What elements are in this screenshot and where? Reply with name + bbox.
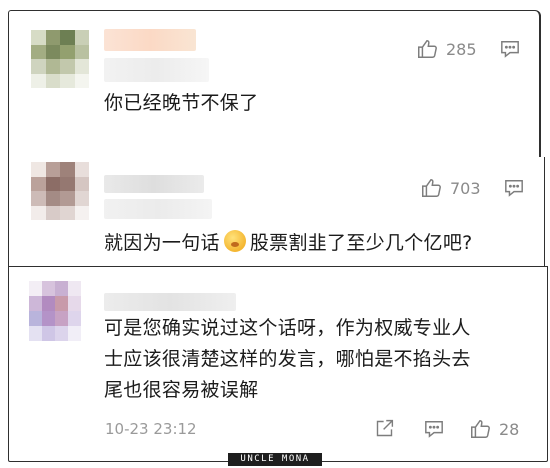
comment-line: 士应该很清楚这样的发言，哪怕是不掐头去 [104, 348, 471, 370]
nervous-face-emoji [223, 230, 246, 252]
username[interactable] [104, 29, 196, 51]
comment-card: 可是您确实说过这个话呀，作为权威专业人 士应该很清楚这样的发言，哪怕是不掐头去 … [8, 266, 548, 462]
comment-icon [505, 180, 523, 197]
comment-card: 就因为一句话 股票割韭了至少几个亿吧? 703 [8, 157, 545, 267]
share-icon [376, 419, 394, 437]
comment-text-after: 股票割韭了至少几个亿吧? [249, 232, 473, 254]
like-button[interactable]: 28 [469, 418, 519, 440]
user-meta [104, 199, 212, 219]
comment-card: 你已经晚节不保了 285 [8, 10, 541, 160]
thumbs-up-icon [418, 40, 437, 58]
like-count: 285 [446, 39, 477, 59]
reply-button[interactable] [423, 419, 445, 439]
thumbs-up-icon [422, 179, 441, 197]
comment-icon [501, 41, 519, 58]
avatar[interactable] [31, 30, 89, 88]
comment-text: 可是您确实说过这个话呀，作为权威专业人 士应该很清楚这样的发言，哪怕是不掐头去 … [104, 313, 471, 406]
username[interactable] [104, 293, 236, 311]
comment-text-before: 就因为一句话 [104, 232, 220, 254]
comment-date: 10-23 23:12 [105, 420, 197, 438]
avatar[interactable] [31, 162, 89, 220]
like-button[interactable]: 285 [416, 38, 477, 60]
like-button[interactable]: 703 [420, 177, 481, 199]
comment-text: 就因为一句话 股票割韭了至少几个亿吧? [104, 228, 473, 258]
comment-icon [425, 421, 443, 438]
like-count: 703 [450, 178, 481, 198]
watermark: UNCLE MONA [228, 453, 322, 466]
comment-line: 可是您确实说过这个话呀，作为权威专业人 [104, 317, 471, 339]
reply-button[interactable] [499, 39, 521, 59]
comment-text: 你已经晚节不保了 [104, 92, 259, 114]
avatar[interactable] [29, 281, 81, 341]
comment-line: 尾也很容易被误解 [104, 379, 259, 401]
share-button[interactable] [374, 418, 395, 439]
like-count: 28 [499, 419, 520, 439]
username[interactable] [104, 175, 204, 193]
thumbs-up-icon [471, 420, 490, 438]
reply-button[interactable] [503, 178, 525, 198]
user-meta [104, 58, 209, 82]
